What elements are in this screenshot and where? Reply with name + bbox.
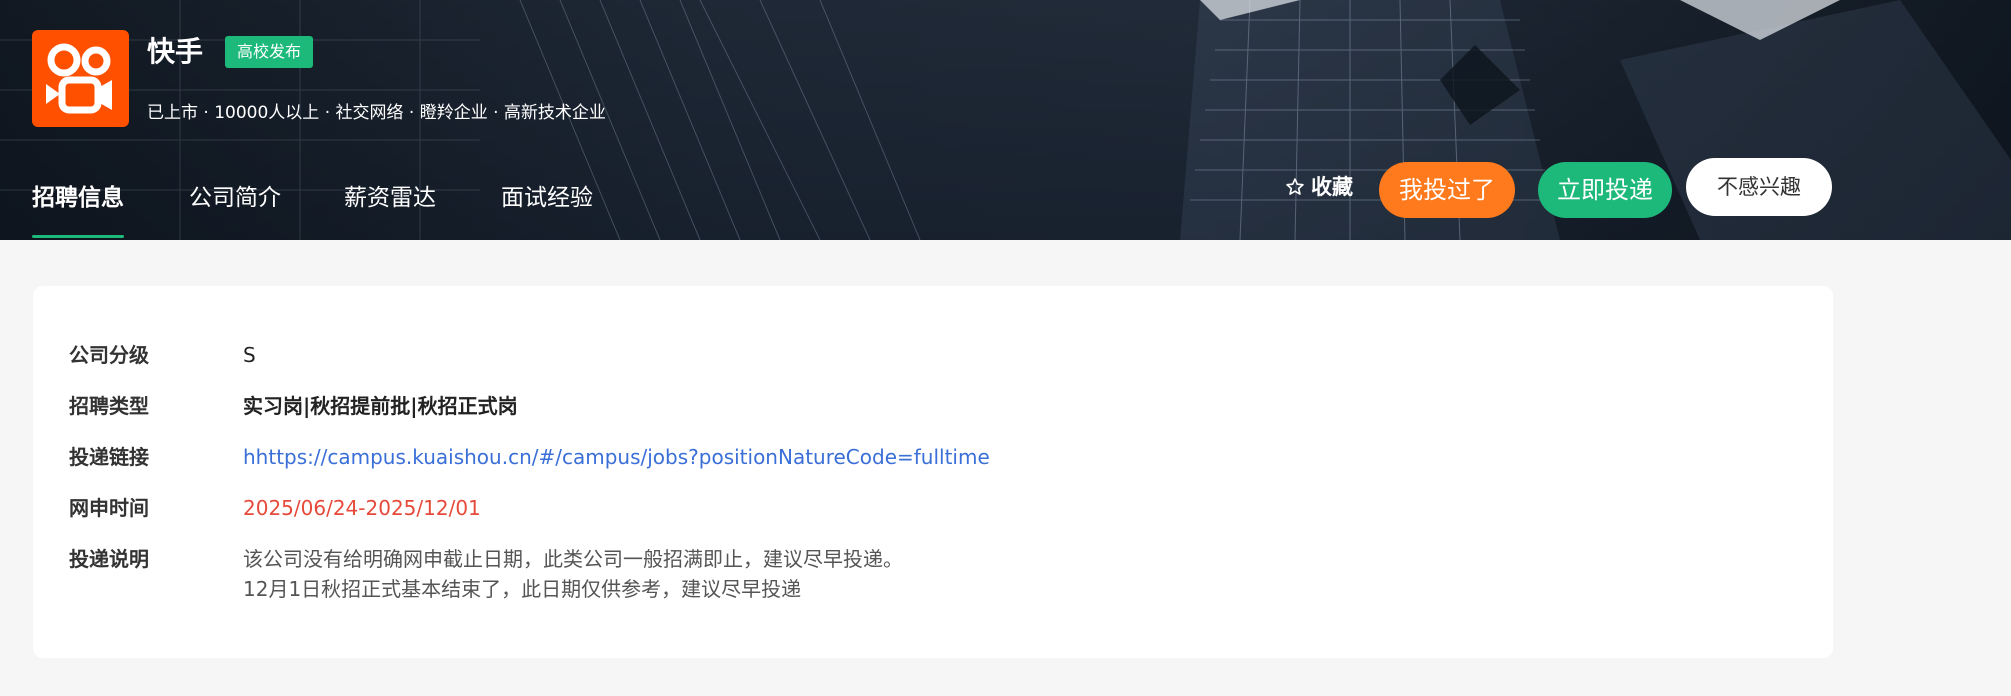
- company-name: 快手: [147, 35, 204, 68]
- application-period-value: 2025/06/24-2025/12/01: [243, 496, 481, 520]
- application-note-line: 该公司没有给明确网申截止日期，此类公司一般招满即止，建议尽早投递。: [243, 547, 903, 571]
- application-period-label: 网申时间: [69, 496, 149, 520]
- campus-release-badge: 高校发布: [225, 36, 314, 68]
- favorite-label: 收藏: [1311, 175, 1353, 199]
- apply-link[interactable]: hhttps://campus.kuaishou.cn/#/campus/job…: [243, 442, 990, 472]
- application-note-value: 该公司没有给明确网申截止日期，此类公司一般招满即止，建议尽早投递。 12月1日秋…: [243, 544, 903, 604]
- company-level-value: S: [243, 343, 256, 367]
- apply-link-label: 投递链接: [69, 445, 149, 469]
- company-meta-info: 已上市 · 10000人以上 · 社交网络 · 瞪羚企业 · 高新技术企业: [147, 103, 606, 123]
- kuaishou-logo-icon: [46, 43, 112, 114]
- recruitment-type-label: 招聘类型: [69, 394, 149, 418]
- tab-recruitment-info[interactable]: 招聘信息: [32, 175, 124, 240]
- tab-company-intro[interactable]: 公司简介: [189, 175, 281, 240]
- favorite-button[interactable]: 收藏: [1285, 170, 1353, 204]
- recruitment-type-value: 实习岗|秋招提前批|秋招正式岗: [243, 394, 518, 418]
- company-logo: [32, 30, 129, 127]
- not-interested-button[interactable]: 不感兴趣: [1686, 158, 1832, 216]
- apply-now-button[interactable]: 立即投递: [1538, 162, 1672, 218]
- already-applied-button[interactable]: 我投过了: [1379, 162, 1515, 218]
- recruitment-info-card: 公司分级 S 招聘类型 实习岗|秋招提前批|秋招正式岗 投递链接 hhttps:…: [33, 286, 1833, 658]
- star-outline-icon: [1286, 178, 1304, 195]
- company-level-label: 公司分级: [69, 343, 149, 367]
- application-note-label: 投递说明: [69, 547, 149, 571]
- tab-interview-experience[interactable]: 面试经验: [501, 175, 593, 240]
- application-note-line: 12月1日秋招正式基本结束了，此日期仅供参考，建议尽早投递: [243, 577, 802, 601]
- company-header-banner: 快手 高校发布 已上市 · 10000人以上 · 社交网络 · 瞪羚企业 · 高…: [0, 0, 2011, 240]
- tab-salary-radar[interactable]: 薪资雷达: [344, 175, 436, 240]
